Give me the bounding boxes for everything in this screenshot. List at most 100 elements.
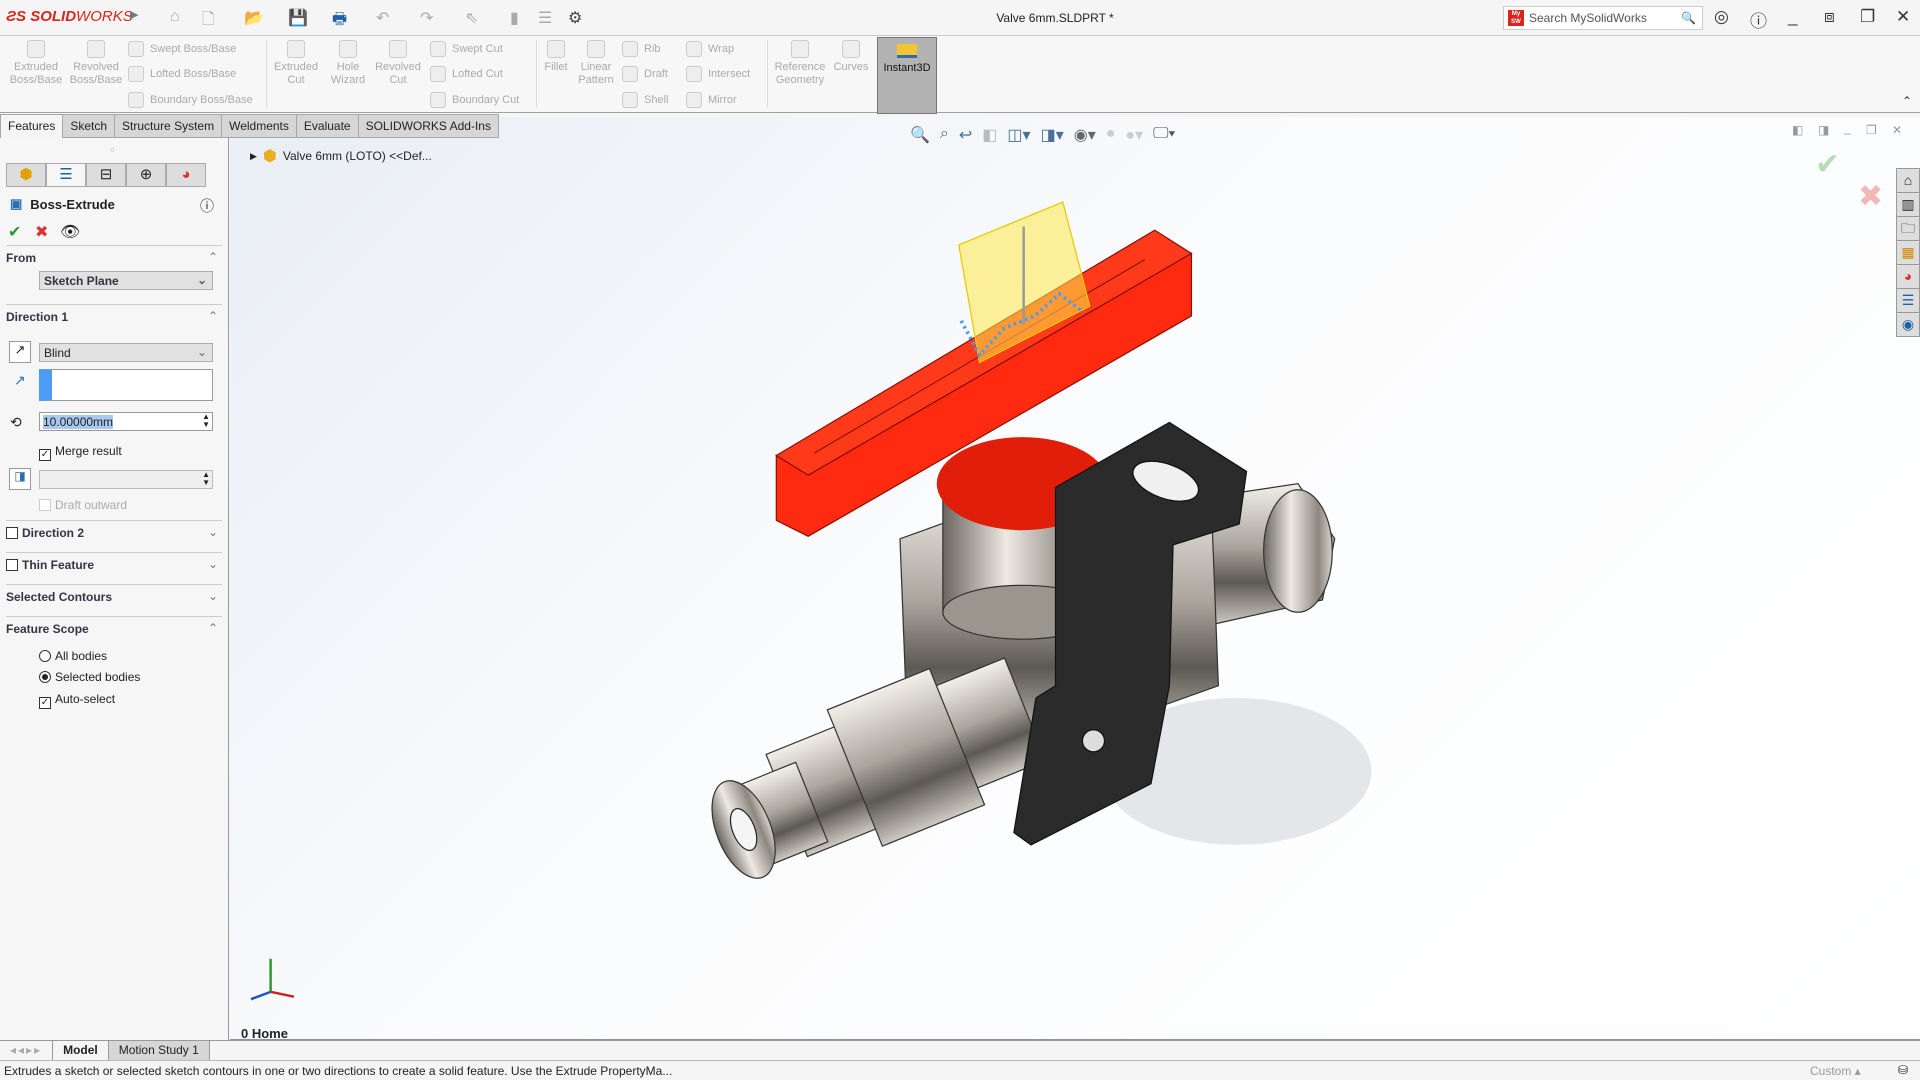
rebuild-status-icon[interactable]: ⛁ [1898,1063,1908,1077]
reverse-direction-button[interactable]: ↗ [9,341,31,363]
view-settings-icon[interactable]: 🖵▾ [1153,125,1175,145]
help-icon[interactable]: ⓘ [200,196,214,216]
confirm-corner-cancel-icon[interactable]: ✖ [1858,179,1883,214]
lofted-cut-button[interactable]: Lofted Cut [430,66,503,82]
units-selector[interactable]: Custom ▴ [1810,1064,1861,1078]
zoom-to-area-icon[interactable]: ⌕ [940,125,949,145]
thin-feature-section[interactable]: Thin Feature ⌄ [6,552,222,584]
boundary-boss-button[interactable]: Boundary Boss/Base [128,92,253,108]
view-orientation-icon[interactable]: ◫▾ [1007,125,1030,145]
hole-wizard-button[interactable]: Hole Wizard [322,36,374,87]
chevron-up-icon[interactable]: ⌃ [208,621,218,635]
tab-features[interactable]: Features [0,114,64,138]
revolved-cut-button[interactable]: Revolved Cut [372,36,424,87]
revolved-boss-button[interactable]: Revolved Boss/Base [66,36,126,87]
help-icon[interactable]: ⓘ [1750,7,1767,32]
task-pane-home-icon[interactable]: ⌂ [1896,168,1920,193]
rib-button[interactable]: Rib [622,41,661,57]
selected-contours-section[interactable]: Selected Contours ⌄ [6,584,222,616]
tab-weldments[interactable]: Weldments [222,114,297,138]
feature-tree-flyout[interactable]: ▶ ⬢ Valve 6mm (LOTO) <<Def... [250,146,432,166]
swept-cut-button[interactable]: Swept Cut [430,41,503,57]
feature-manager-tab[interactable]: ⬢ [6,163,46,187]
direction1-title[interactable]: Direction 1 [6,310,68,324]
display-manager-tab[interactable]: ◕ [166,163,206,187]
dimxpert-manager-tab[interactable]: ⊕ [126,163,166,187]
draft-angle-input[interactable]: ▲ ▼ [39,470,213,489]
chevron-up-icon[interactable]: ⌃ [208,309,218,323]
section-view-icon[interactable]: ◧ [982,125,997,145]
draft-toggle-button[interactable]: ◨ [9,468,31,490]
spin-buttons[interactable]: ▲ ▼ [202,413,210,429]
account-icon[interactable]: ◎ [1714,7,1729,27]
minimize-button[interactable]: _ [1788,7,1797,27]
search-mysolidworks-input[interactable]: My SW Search MySolidWorks 🔍 [1503,6,1703,30]
tab-sketch[interactable]: Sketch [63,114,116,138]
edit-appearance-icon[interactable]: ● [1106,125,1116,145]
from-select[interactable]: Sketch Plane ⌄ [39,271,213,290]
merge-result-checkbox[interactable]: ✓ Merge result [39,444,122,461]
panel-right-icon[interactable]: ◨ [1818,123,1829,137]
viewport-minimize-icon[interactable]: _ [1844,121,1851,135]
panel-left-icon[interactable]: ◧ [1792,123,1803,137]
tab-scroll-arrows[interactable]: ◂◂▸▸ [0,1041,54,1060]
direction2-section[interactable]: Direction 2 ⌄ [6,520,222,552]
tab-evaluate[interactable]: Evaluate [296,114,359,138]
tab-model[interactable]: Model [53,1041,109,1060]
extruded-cut-button[interactable]: Extruded Cut [270,36,322,87]
hide-show-items-icon[interactable]: ◉▾ [1074,125,1096,145]
reference-geometry-button[interactable]: Reference Geometry [770,36,830,87]
extruded-boss-button[interactable]: Extruded Boss/Base [6,36,66,87]
direction-reference-field[interactable] [39,369,213,401]
mirror-button[interactable]: Mirror [686,92,737,108]
depth-input[interactable]: 10.00000mm ▲ ▼ [39,412,213,431]
expand-arrow-icon[interactable]: ▶ [250,151,257,162]
shell-button[interactable]: Shell [622,92,668,108]
tab-motion-study[interactable]: Motion Study 1 [108,1041,210,1060]
close-button[interactable]: ✕ [1896,7,1910,27]
task-pane-view-palette-icon[interactable]: ▦ [1896,240,1920,265]
previous-view-icon[interactable]: ↩ [959,125,972,145]
search-icon[interactable]: 🔍 [1681,11,1696,25]
instant3d-button[interactable]: Instant3D [877,37,937,114]
task-pane-design-library-icon[interactable]: ▥ [1896,192,1920,217]
boundary-cut-button[interactable]: Boundary Cut [430,92,519,108]
curves-button[interactable]: Curves [830,36,872,74]
chevron-up-icon[interactable]: ⌃ [208,250,218,264]
task-pane-resources-icon[interactable]: ◉ [1896,312,1920,337]
end-condition-select[interactable]: Blind ⌄ [39,343,213,362]
lofted-boss-button[interactable]: Lofted Boss/Base [128,66,236,82]
tab-addins[interactable]: SOLIDWORKS Add-Ins [358,114,499,138]
tile-button[interactable]: ⧈ [1824,7,1835,27]
graphics-area[interactable]: ▶ ⬢ Valve 6mm (LOTO) <<Def... 🔍 ⌕ ↩ ◧ ◫▾… [230,117,1920,1041]
wrap-button[interactable]: Wrap [686,41,734,57]
task-pane-file-explorer-icon[interactable]: 🗀 [1896,216,1920,241]
draft-button[interactable]: Draft [622,66,668,82]
ok-button[interactable]: ✔ [8,222,21,242]
cancel-button[interactable]: ✖ [35,222,48,242]
intersect-button[interactable]: Intersect [686,66,750,82]
collapse-ribbon-icon[interactable]: ⌃ [1902,94,1912,108]
zoom-to-fit-icon[interactable]: 🔍 [910,125,930,145]
task-pane-custom-properties-icon[interactable]: ☰ [1896,288,1920,313]
all-bodies-radio[interactable]: All bodies [39,649,107,663]
property-manager-tab[interactable]: ☰ [46,163,86,187]
panel-splitter-handle[interactable]: ○ [110,145,115,154]
from-section-title[interactable]: From [6,251,36,265]
confirm-corner-ok-icon[interactable]: ✔ [1815,147,1840,182]
apply-scene-icon[interactable]: ●▾ [1125,125,1143,145]
linear-pattern-button[interactable]: Linear Pattern [574,36,618,87]
tab-structure-system[interactable]: Structure System [115,114,223,138]
viewport-close-icon[interactable]: ✕ [1892,123,1902,137]
preview-eye-icon[interactable]: 👁 [60,222,80,242]
restore-button[interactable]: ❐ [1860,7,1875,27]
task-pane-appearances-icon[interactable]: ◕ [1896,264,1920,289]
auto-select-checkbox[interactable]: ✓ Auto-select [39,692,115,709]
swept-boss-button[interactable]: Swept Boss/Base [128,41,236,57]
fillet-button[interactable]: Fillet [538,36,574,74]
viewport-restore-icon[interactable]: ❐ [1866,123,1877,137]
selected-bodies-radio[interactable]: Selected bodies [39,670,140,684]
draft-outward-checkbox[interactable]: Draft outward [39,498,127,512]
display-style-icon[interactable]: ◨▾ [1041,125,1064,145]
configuration-manager-tab[interactable]: ⊟ [86,163,126,187]
